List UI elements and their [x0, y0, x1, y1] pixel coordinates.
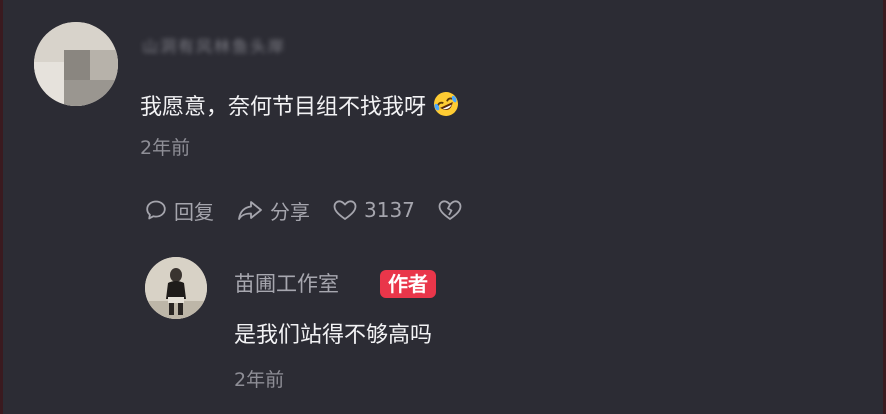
- reply-label: 回复: [174, 199, 214, 224]
- like-count: 3137: [364, 198, 415, 222]
- broken-heart-icon: [438, 200, 462, 220]
- reply-username[interactable]: 苗圃工作室: [234, 270, 339, 298]
- left-edge: [0, 0, 3, 414]
- dislike-button[interactable]: [437, 198, 469, 222]
- comment-timestamp: 2年前: [140, 137, 191, 159]
- heart-icon: [333, 200, 357, 220]
- comment-text-content: 我愿意，奈何节目组不找我呀: [140, 95, 427, 120]
- avatar[interactable]: [34, 22, 118, 106]
- reply-text: 是我们站得不够高吗: [234, 323, 433, 348]
- avatar-pixel: [90, 50, 118, 80]
- reply-avatar[interactable]: [145, 257, 207, 319]
- like-button[interactable]: 3137: [332, 198, 415, 222]
- share-button[interactable]: 分享: [236, 196, 310, 225]
- comment-username[interactable]: 山洞有风林鱼头岸: [142, 38, 354, 56]
- author-badge: 作者: [380, 270, 436, 298]
- avatar-pixel: [64, 80, 118, 106]
- comment-text: 我愿意，奈何节目组不找我呀: [140, 86, 460, 124]
- share-arrow-icon: [238, 201, 262, 220]
- share-label: 分享: [270, 199, 310, 224]
- comment-actions: 回复 分享 3137: [144, 196, 469, 224]
- speech-bubble-icon: [146, 200, 166, 220]
- avatar-pixel: [64, 50, 90, 80]
- reply-timestamp: 2年前: [234, 369, 285, 391]
- comment-thread: 山洞有风林鱼头岸 我愿意，奈何节目组不找我呀 2年前 回复 分享 3137 苗圃…: [0, 0, 886, 414]
- reply-button[interactable]: 回复: [144, 196, 214, 225]
- person-photo-icon: [145, 257, 207, 319]
- avatar-pixel: [34, 62, 64, 106]
- rolling-on-floor-laughing-icon: [432, 90, 460, 118]
